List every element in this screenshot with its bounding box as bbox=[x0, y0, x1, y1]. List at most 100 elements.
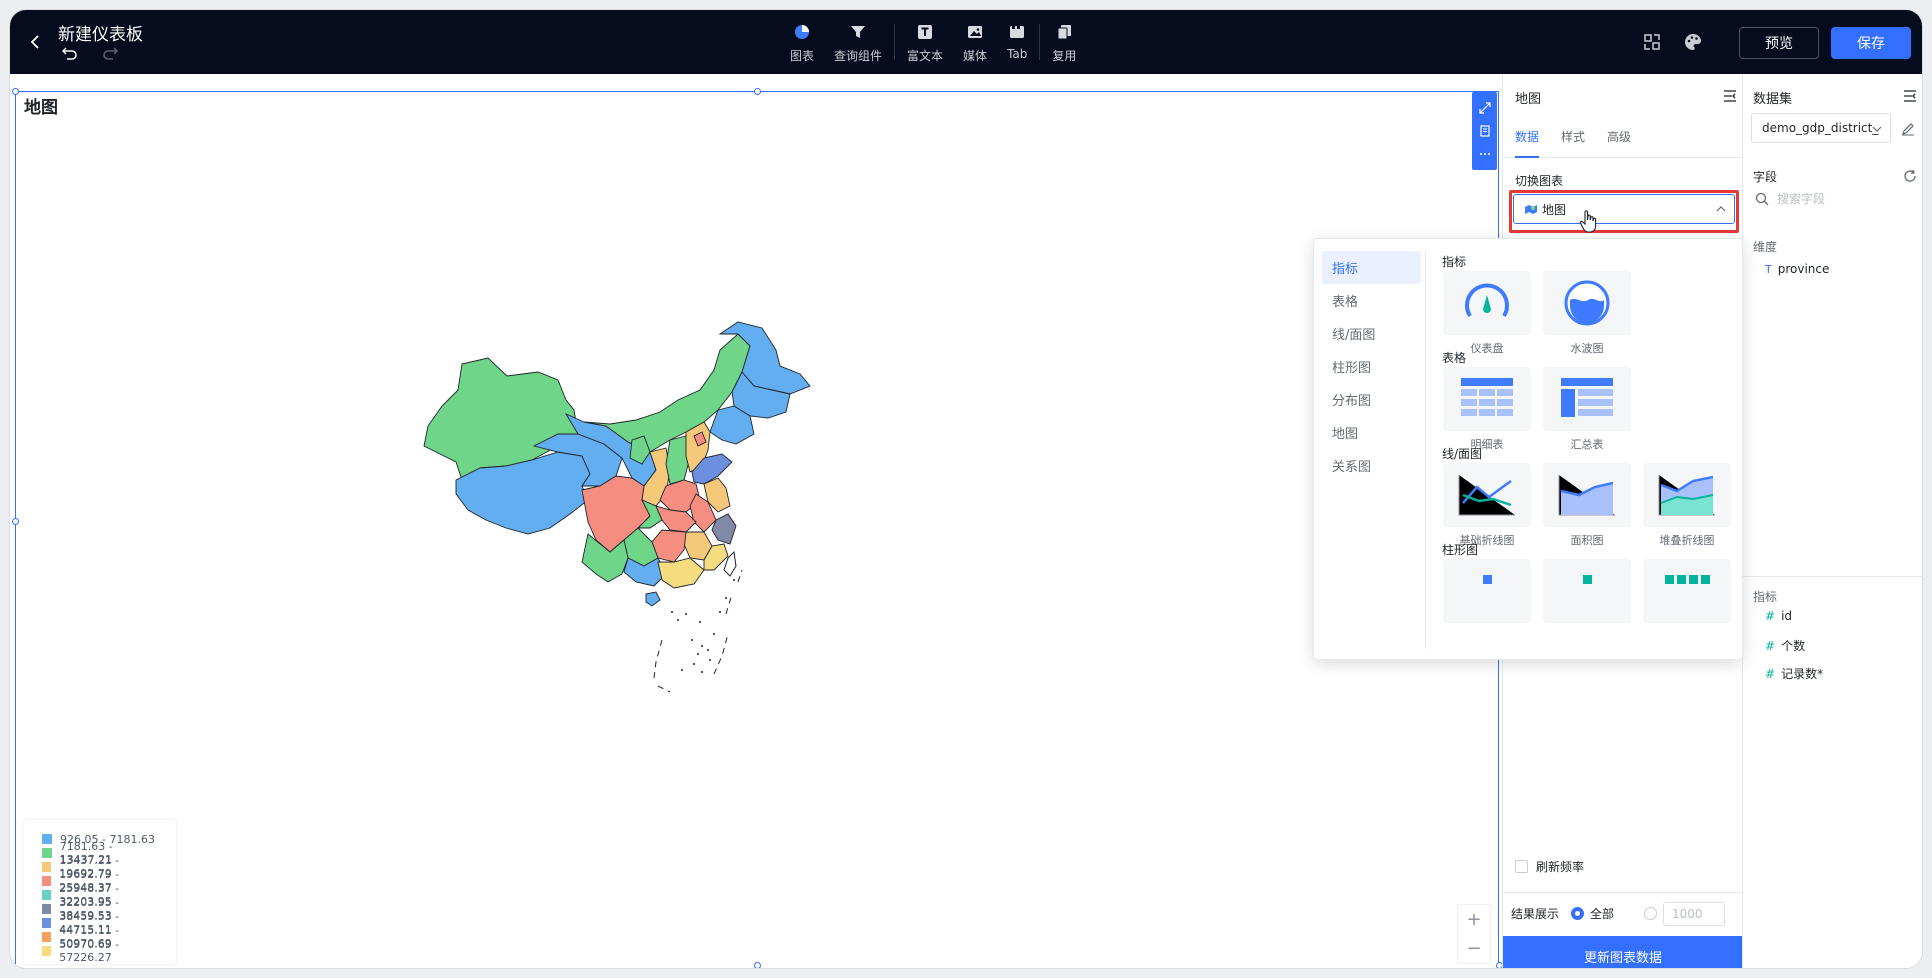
palette-icon[interactable] bbox=[1682, 31, 1706, 53]
chart-category-list: 指标 表格 线/面图 柱形图 分布图 地图 关系图 bbox=[1322, 251, 1426, 649]
edit-icon[interactable] bbox=[1901, 122, 1915, 136]
result-display-row: 结果展示 全部 1000 bbox=[1503, 892, 1743, 934]
dimension-label: 维度 bbox=[1753, 240, 1778, 254]
result-limit-input[interactable]: 1000 bbox=[1663, 901, 1726, 926]
number-type-icon: # bbox=[1765, 666, 1776, 681]
tab-style[interactable]: 样式 bbox=[1561, 128, 1585, 145]
toolbar-label: 查询组件 bbox=[834, 49, 883, 63]
chart-option-label: 面积图 bbox=[1570, 534, 1604, 547]
undo-icon[interactable] bbox=[61, 46, 78, 64]
chart-type-popover: 指标 表格 线/面图 柱形图 分布图 地图 关系图 指标 仪表盘 水波图 表格 … bbox=[1313, 238, 1743, 660]
legend-swatch bbox=[42, 918, 52, 928]
field-search-input[interactable]: 搜索字段 bbox=[1755, 190, 1825, 207]
category-table[interactable]: 表格 bbox=[1322, 284, 1421, 317]
field-name: id bbox=[1781, 609, 1793, 623]
group-title: 表格 bbox=[1442, 351, 1467, 365]
category-bar[interactable]: 柱形图 bbox=[1322, 350, 1421, 383]
number-type-icon: # bbox=[1765, 638, 1776, 653]
search-icon bbox=[1755, 192, 1769, 205]
chart-option-detail-table[interactable]: 明细表 bbox=[1442, 367, 1532, 452]
group-title: 线/面图 bbox=[1442, 447, 1483, 461]
map-region[interactable] bbox=[645, 591, 661, 607]
category-line-area[interactable]: 线/面图 bbox=[1322, 317, 1421, 350]
toolbar-media-button[interactable]: 媒体 bbox=[953, 20, 997, 64]
search-placeholder: 搜索字段 bbox=[1777, 192, 1826, 206]
refresh-icon[interactable] bbox=[1903, 169, 1917, 183]
dataset-panel-title: 数据集 bbox=[1753, 92, 1793, 107]
measure-field[interactable]: # id bbox=[1765, 609, 1792, 623]
image-icon bbox=[966, 20, 984, 44]
dataset-select[interactable]: demo_gdp_district_ bbox=[1751, 113, 1891, 143]
result-all-radio[interactable] bbox=[1571, 907, 1585, 920]
tab-data[interactable]: 数据 bbox=[1515, 128, 1540, 158]
chart-option-liquid[interactable]: 水波图 bbox=[1542, 271, 1632, 356]
chart-option-gauge[interactable]: 仪表盘 bbox=[1442, 271, 1532, 356]
legend-item[interactable]: 50970.69 - 57226.27 bbox=[42, 938, 166, 964]
chart-option-summary-table[interactable]: 汇总表 bbox=[1542, 367, 1632, 452]
grouped-bar-icon bbox=[1665, 575, 1710, 584]
legend-swatch bbox=[42, 904, 52, 914]
nine-dash-line bbox=[653, 569, 743, 693]
dimension-field[interactable]: T province bbox=[1765, 262, 1829, 276]
legend-swatch bbox=[42, 876, 52, 886]
pie-chart-icon bbox=[793, 20, 811, 44]
component-toolbar: 图表 查询组件 富文本 媒体 Tab 复用 bbox=[780, 20, 1086, 66]
toolbar-reuse-button[interactable]: 复用 bbox=[1042, 20, 1086, 64]
chart-option-bar[interactable] bbox=[1542, 559, 1632, 623]
panel-title: 地图 bbox=[1515, 92, 1542, 107]
category-metric[interactable]: 指标 bbox=[1322, 251, 1421, 284]
category-relation[interactable]: 关系图 bbox=[1322, 449, 1421, 482]
refresh-checkbox[interactable] bbox=[1515, 860, 1528, 873]
measure-field[interactable]: # 个数 bbox=[1765, 637, 1805, 654]
toolbar-richtext-button[interactable]: 富文本 bbox=[897, 20, 953, 64]
preview-button[interactable]: 预览 bbox=[1739, 27, 1819, 59]
chart-option-bar[interactable] bbox=[1442, 559, 1532, 623]
zoom-in-button[interactable]: + bbox=[1466, 909, 1481, 930]
toolbar-query-button[interactable]: 查询组件 bbox=[824, 20, 892, 64]
tab-advanced[interactable]: 高级 bbox=[1607, 128, 1631, 145]
toolbar-label: 媒体 bbox=[963, 49, 988, 63]
chart-option-label: 堆叠折线图 bbox=[1659, 534, 1715, 547]
layout-grid-icon[interactable] bbox=[1641, 31, 1665, 53]
toolbar-tab-button[interactable]: Tab bbox=[997, 20, 1037, 61]
redo-icon[interactable] bbox=[102, 46, 119, 64]
result-all-label: 全部 bbox=[1590, 907, 1615, 921]
category-map[interactable]: 地图 bbox=[1322, 416, 1421, 449]
update-chart-data-button[interactable]: 更新图表数据 bbox=[1503, 936, 1743, 968]
dataset-panel: 数据集 demo_gdp_district_ 字段 搜索字段 维度 T prov… bbox=[1742, 74, 1922, 968]
result-limit-radio[interactable] bbox=[1644, 907, 1658, 920]
toolbar-divider bbox=[1039, 24, 1041, 60]
collapse-dataset-icon[interactable] bbox=[1903, 90, 1917, 102]
field-name: 个数 bbox=[1781, 639, 1806, 653]
south-sea-islands bbox=[671, 579, 735, 673]
toolbar-chart-button[interactable]: 图表 bbox=[780, 20, 824, 64]
copy-icon bbox=[1055, 20, 1073, 44]
bar-chart-icon bbox=[1583, 575, 1592, 584]
collapse-panel-icon[interactable] bbox=[1723, 90, 1737, 102]
bar-chart-icon bbox=[1483, 575, 1492, 584]
back-icon[interactable] bbox=[24, 30, 48, 54]
legend-swatch bbox=[42, 834, 52, 844]
legend-swatch bbox=[42, 848, 52, 858]
tab-icon bbox=[1008, 20, 1026, 44]
chart-option-area[interactable]: 面积图 bbox=[1542, 463, 1632, 548]
map-legend: 926.05 - 7181.63 7181.63 - 13437.21 13437.… bbox=[24, 820, 176, 964]
chart-type-grid: 指标 仪表盘 水波图 表格 明细表 汇总表 线/面图 基础折线图 面积图 堆叠折… bbox=[1442, 253, 1738, 649]
chart-option-stacked-line[interactable]: 堆叠折线图 bbox=[1642, 463, 1732, 548]
chart-option-bar[interactable] bbox=[1642, 559, 1732, 623]
group-title: 柱形图 bbox=[1442, 543, 1479, 557]
chart-option-basic-line[interactable]: 基础折线图 bbox=[1442, 463, 1532, 548]
hand-cursor-icon bbox=[1579, 210, 1597, 233]
properties-tabs: 数据 样式 高级 bbox=[1503, 114, 1743, 158]
zoom-out-button[interactable]: − bbox=[1466, 938, 1481, 959]
chart-option-label: 汇总表 bbox=[1570, 438, 1604, 451]
legend-swatch bbox=[42, 932, 52, 942]
summary-table-icon bbox=[1561, 378, 1613, 417]
measure-field[interactable]: # 记录数* bbox=[1765, 665, 1823, 682]
toolbar-label: 复用 bbox=[1052, 49, 1077, 63]
detail-table-icon bbox=[1461, 378, 1513, 416]
dashboard-title[interactable]: 新建仪表板 bbox=[58, 20, 143, 45]
save-button[interactable]: 保存 bbox=[1831, 27, 1911, 59]
map-region[interactable] bbox=[657, 557, 705, 589]
category-distribution[interactable]: 分布图 bbox=[1322, 383, 1421, 416]
